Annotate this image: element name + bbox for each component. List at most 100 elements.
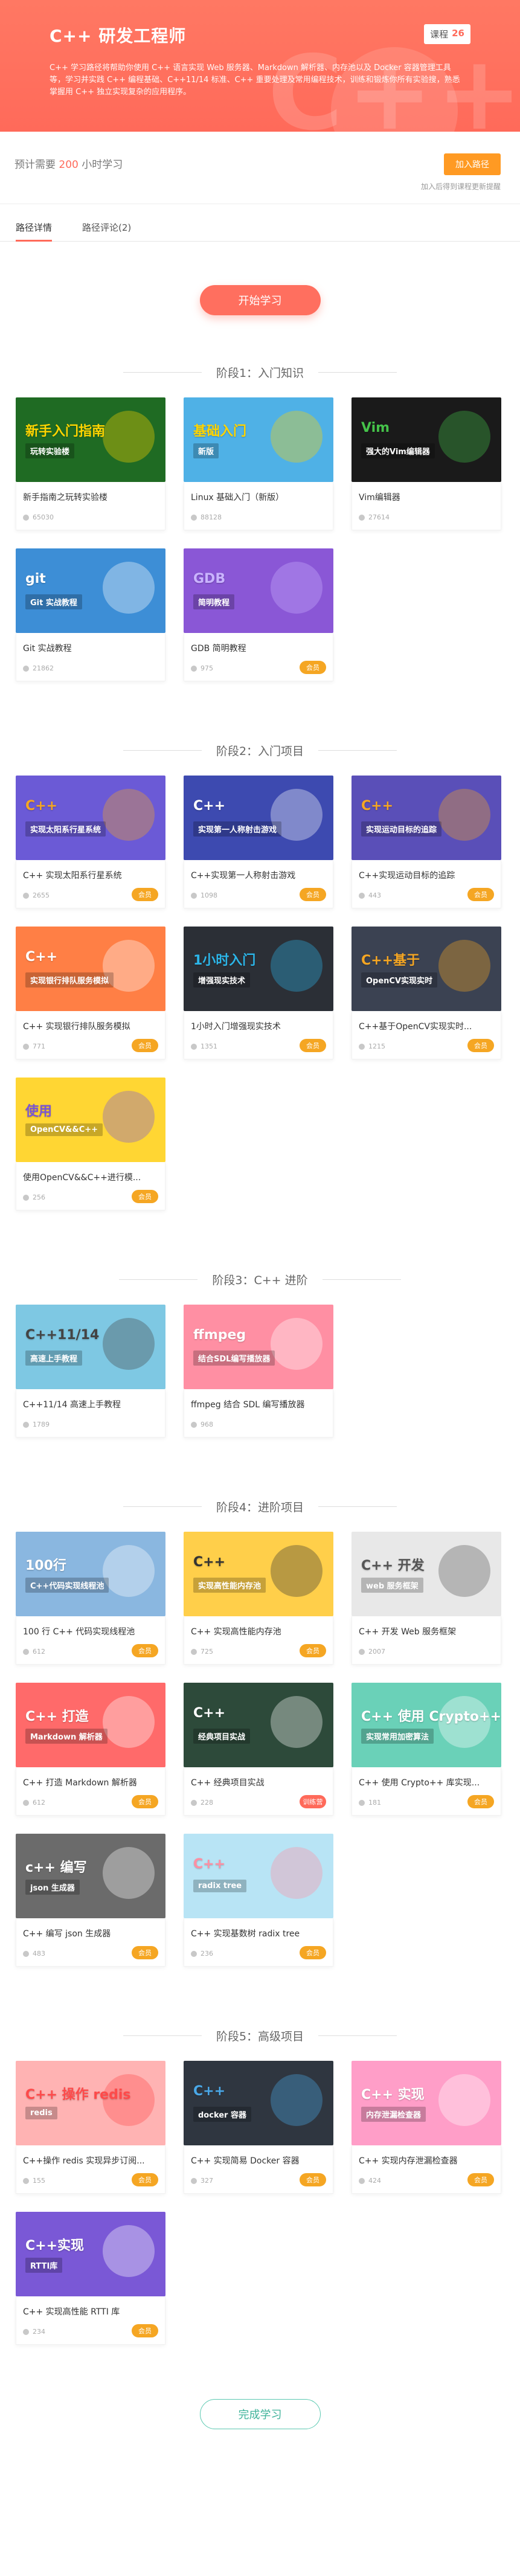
course-thumbnail[interactable]: GDB 简明教程 xyxy=(184,548,333,633)
course-card[interactable]: GDB 简明教程 GDB 简明教程 975 会员 xyxy=(184,548,333,699)
course-thumbnail[interactable]: C++ 操作 redis redis xyxy=(16,2061,165,2145)
course-title[interactable]: C++ 实现内存泄漏检查器 xyxy=(359,2154,495,2166)
course-card[interactable]: C++ 使用 Crypto++ 库实现常用加密算法 C++ 使用 Crypto++… xyxy=(351,1683,501,1834)
thumbnail-heading: C++ xyxy=(193,1706,226,1721)
course-card[interactable]: C++实现 RTTI库 C++ 实现高性能 RTTI 库 234 会员 xyxy=(16,2212,165,2363)
course-title[interactable]: GDB 简明教程 xyxy=(191,642,327,654)
learner-count: 483 xyxy=(33,1950,45,1958)
complete-learning-button[interactable]: 完成学习 xyxy=(199,2399,321,2429)
course-card[interactable]: C++基于 OpenCV实现实时 C++基于OpenCV实现实时... 1215 会员 xyxy=(351,927,501,1078)
course-thumbnail[interactable]: C++11/14 高速上手教程 xyxy=(16,1305,165,1389)
thumbnail-subheading: redis xyxy=(25,2107,57,2119)
thumbnail-subheading: OpenCV&&C++ xyxy=(25,1123,103,1136)
thumbnail-decor-shape xyxy=(103,2225,155,2277)
course-thumbnail[interactable]: C++ 实现第一人称射击游戏 xyxy=(184,776,333,860)
course-card[interactable]: 使用 OpenCV&&C++ 使用OpenCV&&C++进行模... 256 会员 xyxy=(16,1078,165,1229)
course-thumbnail[interactable]: C++实现 RTTI库 xyxy=(16,2212,165,2296)
course-thumbnail[interactable]: ffmpeg 结合SDL编写播放器 xyxy=(184,1305,333,1389)
course-title[interactable]: C++实现第一人称射击游戏 xyxy=(191,869,327,881)
course-thumbnail[interactable]: 新手入门指南 玩转实验楼 xyxy=(16,397,165,482)
course-thumbnail[interactable]: C++ 实现运动目标的追踪 xyxy=(351,776,501,860)
thumbnail-subheading: 玩转实验楼 xyxy=(25,443,75,458)
course-card[interactable]: C++ 开发 web 服务框架 C++ 开发 Web 服务框架 2007 xyxy=(351,1532,501,1683)
course-title[interactable]: C++ 实现银行排队服务模拟 xyxy=(23,1020,159,1032)
course-card[interactable]: C++ 实现高性能内存池 C++ 实现高性能内存池 725 会员 xyxy=(184,1532,333,1683)
course-badge: 会员 xyxy=(132,2173,158,2186)
course-thumbnail[interactable]: Vim 强大的Vim编辑器 xyxy=(351,397,501,482)
tab-path-details[interactable]: 路径详情 xyxy=(16,221,53,242)
course-card[interactable]: C++ 实现运动目标的追踪 C++实现运动目标的追踪 443 会员 xyxy=(351,776,501,927)
course-title[interactable]: C++操作 redis 实现异步订阅... xyxy=(23,2154,159,2166)
course-card[interactable]: ffmpeg 结合SDL编写播放器 ffmpeg 结合 SDL 编写播放器 968 xyxy=(184,1305,333,1456)
course-card[interactable]: C++ 操作 redis redis C++操作 redis 实现异步订阅... 15… xyxy=(16,2061,165,2212)
course-title[interactable]: C++ 实现简易 Docker 容器 xyxy=(191,2154,327,2166)
course-thumbnail[interactable]: C++ 实现银行排队服务模拟 xyxy=(16,927,165,1011)
course-card[interactable]: C++ 实现第一人称射击游戏 C++实现第一人称射击游戏 1098 会员 xyxy=(184,776,333,927)
course-card[interactable]: C++ 经典项目实战 C++ 经典项目实战 228 训练营 xyxy=(184,1683,333,1834)
course-thumbnail[interactable]: git Git 实战教程 xyxy=(16,548,165,633)
course-card[interactable]: C++ 实现 内存泄漏检查器 C++ 实现内存泄漏检查器 424 会员 xyxy=(351,2061,501,2212)
course-title[interactable]: C++ 实现高性能内存池 xyxy=(191,1625,327,1637)
course-thumbnail[interactable]: C++ 实现太阳系行星系统 xyxy=(16,776,165,860)
course-title[interactable]: C++ 实现太阳系行星系统 xyxy=(23,869,159,881)
course-badge: 会员 xyxy=(300,1039,326,1052)
course-card[interactable]: 基础入门 新版 Linux 基础入门（新版） 88128 xyxy=(184,397,333,548)
course-title[interactable]: 新手指南之玩转实验楼 xyxy=(23,491,159,503)
course-card[interactable]: C++ 实现银行排队服务模拟 C++ 实现银行排队服务模拟 771 会员 xyxy=(16,927,165,1078)
course-thumbnail[interactable]: c++ 编写 json 生成器 xyxy=(16,1834,165,1918)
course-thumbnail[interactable]: C++ docker 容器 xyxy=(184,2061,333,2145)
course-title[interactable]: 100 行 C++ 代码实现线程池 xyxy=(23,1625,159,1637)
course-thumbnail[interactable]: C++基于 OpenCV实现实时 xyxy=(351,927,501,1011)
start-learning-button[interactable]: 开始学习 xyxy=(199,285,321,315)
course-card[interactable]: C++11/14 高速上手教程 C++11/14 高速上手教程 1789 xyxy=(16,1305,165,1456)
course-thumbnail[interactable]: 1小时入门 增强现实技术 xyxy=(184,927,333,1011)
course-thumbnail[interactable]: 基础入门 新版 xyxy=(184,397,333,482)
thumbnail-heading: C++ xyxy=(193,798,226,814)
course-title[interactable]: Vim编辑器 xyxy=(359,491,495,503)
course-title[interactable]: 使用OpenCV&&C++进行模... xyxy=(23,1171,159,1183)
course-card[interactable]: Vim 强大的Vim编辑器 Vim编辑器 27614 xyxy=(351,397,501,548)
join-path-button[interactable]: 加入路径 xyxy=(444,153,501,175)
course-title[interactable]: C++基于OpenCV实现实时... xyxy=(359,1020,495,1032)
course-title[interactable]: Linux 基础入门（新版） xyxy=(191,491,327,503)
course-thumbnail[interactable]: C++ 经典项目实战 xyxy=(184,1683,333,1767)
course-thumbnail[interactable]: C++ 开发 web 服务框架 xyxy=(351,1532,501,1616)
tab-path-comments[interactable]: 路径评论(2) xyxy=(82,221,131,240)
thumbnail-subheading: RTTI库 xyxy=(25,2258,63,2273)
course-card[interactable]: 1小时入门 增强现实技术 1小时入门增强现实技术 1351 会员 xyxy=(184,927,333,1078)
card-body xyxy=(351,1767,501,1816)
course-thumbnail[interactable]: C++ 实现 内存泄漏检查器 xyxy=(351,2061,501,2145)
user-icon xyxy=(23,514,29,521)
course-title[interactable]: 1小时入门增强现实技术 xyxy=(191,1020,327,1032)
course-thumbnail[interactable]: C++ radix tree xyxy=(184,1834,333,1918)
course-thumbnail[interactable]: C++ 打造 Markdown 解析器 xyxy=(16,1683,165,1767)
course-thumbnail[interactable]: 100行 C++代码实现线程池 xyxy=(16,1532,165,1616)
course-title[interactable]: C++ 编写 json 生成器 xyxy=(23,1927,159,1939)
course-card[interactable]: C++ docker 容器 C++ 实现简易 Docker 容器 327 会员 xyxy=(184,2061,333,2212)
course-title[interactable]: C++ 开发 Web 服务框架 xyxy=(359,1625,495,1637)
course-thumbnail[interactable]: C++ 使用 Crypto++ 库实现常用加密算法 xyxy=(351,1683,501,1767)
course-badge: 会员 xyxy=(300,2173,326,2186)
course-card[interactable]: C++ 实现太阳系行星系统 C++ 实现太阳系行星系统 2655 会员 xyxy=(16,776,165,927)
course-title[interactable]: C++ 实现基数树 radix tree xyxy=(191,1927,327,1939)
course-title[interactable]: C++实现运动目标的追踪 xyxy=(359,869,495,881)
course-card[interactable]: c++ 编写 json 生成器 C++ 编写 json 生成器 483 会员 xyxy=(16,1834,165,1985)
course-title[interactable]: Git 实战教程 xyxy=(23,642,159,654)
course-title[interactable]: C++ 实现高性能 RTTI 库 xyxy=(23,2305,159,2317)
course-thumbnail[interactable]: 使用 OpenCV&&C++ xyxy=(16,1078,165,1162)
course-title[interactable]: C++ 经典项目实战 xyxy=(191,1776,327,1788)
course-title[interactable]: ffmpeg 结合 SDL 编写播放器 xyxy=(191,1398,327,1410)
course-card[interactable]: 100行 C++代码实现线程池 100 行 C++ 代码实现线程池 612 会员 xyxy=(16,1532,165,1683)
card-body xyxy=(16,1918,165,1967)
learner-count: 228 xyxy=(201,1799,213,1807)
divider-line xyxy=(318,371,397,373)
course-card[interactable]: C++ radix tree C++ 实现基数树 radix tree 236 会员 xyxy=(184,1834,333,1985)
course-card[interactable]: C++ 打造 Markdown 解析器 C++ 打造 Markdown 解析器 612… xyxy=(16,1683,165,1834)
course-title[interactable]: C++11/14 高速上手教程 xyxy=(23,1398,159,1410)
course-card[interactable]: 新手入门指南 玩转实验楼 新手指南之玩转实验楼 65030 xyxy=(16,397,165,548)
course-title[interactable]: C++ 打造 Markdown 解析器 xyxy=(23,1776,159,1788)
thumbnail-heading: C++ xyxy=(193,1555,226,1570)
course-thumbnail[interactable]: C++ 实现高性能内存池 xyxy=(184,1532,333,1616)
course-title[interactable]: C++ 使用 Crypto++ 库实现... xyxy=(359,1776,495,1788)
course-card[interactable]: git Git 实战教程 Git 实战教程 21862 xyxy=(16,548,165,699)
